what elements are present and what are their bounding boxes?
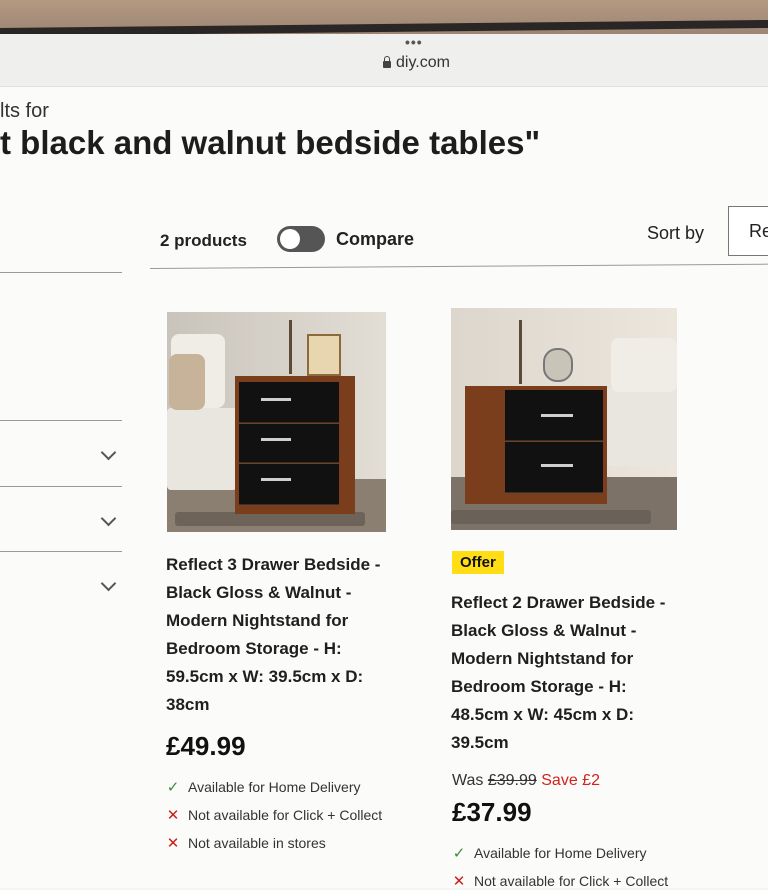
tab-menu-dots[interactable]: ••• (405, 34, 423, 50)
image-drawer (239, 424, 339, 463)
offer-badge: Offer (452, 551, 504, 574)
product-title[interactable]: Reflect 2 Drawer Bedside - Black Gloss &… (451, 589, 686, 757)
image-drawer (505, 390, 603, 441)
image-drawer (239, 382, 339, 423)
was-label: Was (452, 772, 484, 789)
filter-divider (0, 486, 122, 487)
results-for-label: lts for (0, 100, 49, 122)
filter-divider (0, 551, 122, 552)
availability-text: Not available for Click + Collect (474, 873, 669, 889)
availability-row: ✓ Available for Home Delivery (452, 844, 647, 862)
compare-toggle[interactable] (277, 226, 325, 252)
image-pillow (611, 338, 677, 392)
availability-text: Not available in stores (188, 835, 326, 851)
image-bed (167, 408, 237, 490)
compare-label: Compare (336, 229, 415, 249)
sort-by-label: Sort by (647, 223, 705, 243)
check-icon: ✓ (452, 845, 466, 862)
availability-row: ✕ Not available in stores (166, 834, 326, 852)
page-title: t black and walnut bedside tables" (0, 124, 541, 161)
image-rug (175, 512, 365, 526)
image-cushion (169, 354, 205, 410)
product-image[interactable] (451, 308, 677, 530)
cross-icon: ✕ (166, 835, 180, 852)
product-price: £37.99 (452, 797, 532, 827)
availability-text: Available for Home Delivery (474, 845, 647, 861)
sort-select-value: Re (749, 221, 768, 241)
availability-row: ✕ Not available for Click + Collect (166, 806, 382, 824)
cross-icon: ✕ (166, 807, 180, 824)
image-plant (519, 320, 522, 384)
image-drawer (505, 442, 603, 493)
availability-row: ✕ Not available for Click + Collect (452, 872, 668, 890)
product-price: £49.99 (166, 731, 246, 761)
image-handle (261, 438, 291, 441)
availability-row: ✓ Available for Home Delivery (166, 778, 361, 796)
image-bed (605, 388, 677, 466)
image-plant (289, 320, 292, 374)
image-handle (261, 398, 291, 401)
cross-icon: ✕ (452, 873, 466, 890)
was-price-line: Was £39.99 Save £2 (452, 772, 600, 790)
image-ornament (543, 348, 573, 382)
image-drawer (239, 464, 339, 505)
image-cabinet (235, 376, 355, 514)
save-amount: Save £2 (541, 772, 600, 789)
sort-select[interactable]: Re (728, 206, 768, 256)
was-price: £39.99 (487, 772, 537, 789)
url-display[interactable]: diy.com (383, 54, 450, 72)
product-title[interactable]: Reflect 3 Drawer Bedside - Black Gloss &… (166, 551, 386, 719)
product-image[interactable] (167, 312, 386, 532)
image-photo-frame (307, 334, 341, 376)
image-handle (541, 414, 573, 417)
image-rug (451, 510, 651, 524)
image-handle (261, 478, 291, 481)
product-count: 2 products (160, 231, 247, 250)
url-text: diy.com (396, 54, 450, 71)
availability-text: Available for Home Delivery (188, 779, 361, 795)
availability-text: Not available for Click + Collect (188, 807, 383, 823)
image-cabinet (465, 386, 607, 504)
image-handle (541, 464, 573, 467)
check-icon: ✓ (166, 779, 180, 796)
filter-divider (0, 272, 122, 273)
lock-icon (383, 56, 391, 68)
filter-divider (0, 420, 122, 421)
toggle-knob (280, 229, 300, 249)
